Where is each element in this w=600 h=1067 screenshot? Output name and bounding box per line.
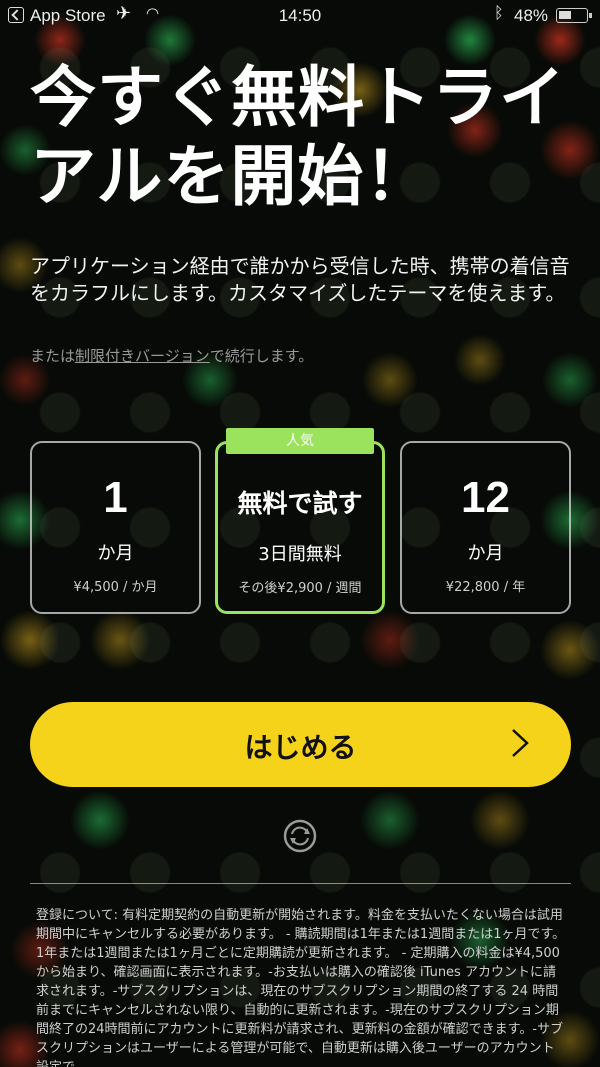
- restore-purchases-icon[interactable]: [282, 818, 318, 854]
- plan-duration: 1: [103, 473, 128, 522]
- description: アプリケーション経由で誰かから受信した時、携帯の着信音をカラフルにします。カスタ…: [30, 254, 570, 305]
- subscription-terms-text: 登録について: 有料定期契約の自動更新が開始されます。料金を支払いたくない場合は…: [36, 908, 566, 1067]
- chevron-right-icon: [512, 729, 529, 757]
- status-bar: App Store ✈ ◠ 14:50 ᛒ 48%: [0, 0, 600, 32]
- plan-card-free-trial[interactable]: 無料で試す 3日間無料 その後¥2,900 / 週間: [215, 441, 385, 614]
- plan-unit: か月: [467, 543, 504, 564]
- bluetooth-icon: ᛒ: [494, 5, 504, 22]
- limited-version-line: または制限付きバージョンで続行します。: [30, 345, 575, 366]
- limited-suffix: で続行します。: [209, 347, 314, 365]
- plan-card-12-months[interactable]: 12 か月 ¥22,800 / 年: [400, 441, 571, 614]
- divider: [30, 883, 571, 884]
- plan-price: ¥22,800 / 年: [445, 580, 526, 595]
- plan-card-1-month[interactable]: 1 か月 ¥4,500 / か月: [30, 441, 201, 614]
- start-button[interactable]: はじめる: [30, 702, 571, 787]
- plan-trial-length: 3日間無料: [258, 544, 342, 565]
- plan-price: ¥4,500 / か月: [73, 580, 158, 595]
- plan-title: 無料で試す: [237, 489, 363, 518]
- plan-duration: 12: [461, 473, 510, 522]
- plan-unit: か月: [97, 543, 134, 564]
- popular-badge: 人気: [226, 428, 374, 454]
- battery-icon: [556, 8, 592, 23]
- clock: 14:50: [278, 6, 322, 25]
- headline: 今すぐ無料トライアルを開始！: [30, 59, 566, 215]
- plan-price: その後¥2,900 / 週間: [238, 581, 362, 596]
- battery-percent: 48%: [514, 6, 549, 25]
- limited-prefix: または: [30, 347, 76, 365]
- limited-version-link[interactable]: 制限付きバージョン: [75, 347, 210, 365]
- start-button-label: はじめる: [244, 731, 357, 764]
